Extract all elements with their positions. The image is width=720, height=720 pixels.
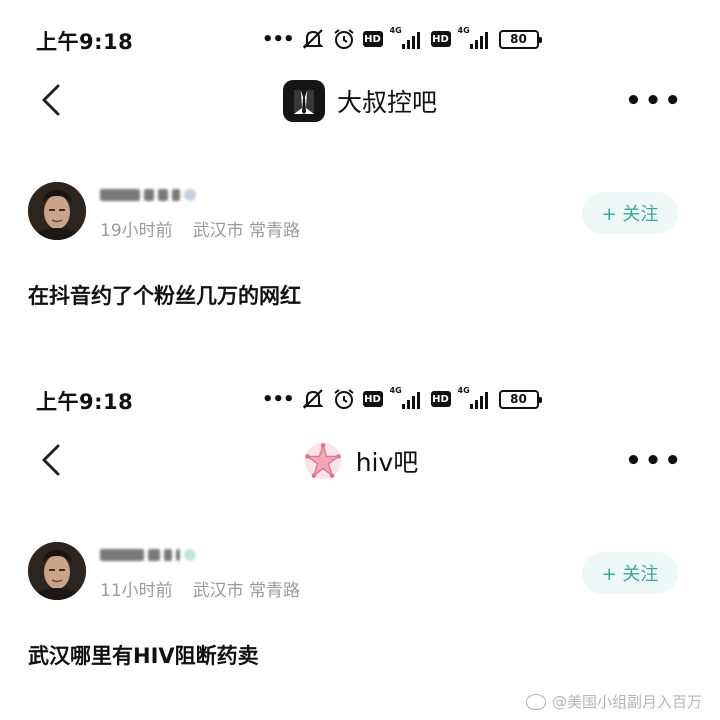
suit-icon xyxy=(282,80,325,122)
weibo-icon xyxy=(525,693,546,710)
signal-icon: 4G xyxy=(389,26,424,51)
post-header: 19小时前 武汉市 常青路 + 关注 xyxy=(0,182,720,246)
mute-bell-icon xyxy=(302,389,323,409)
network-type-label: 4G xyxy=(389,26,402,35)
post-content: 武汉哪里有HIV阻断药卖 xyxy=(28,644,259,668)
watermark: @美国小组副月入百万 xyxy=(525,691,702,712)
watermark-text: @美国小组副月入百万 xyxy=(551,693,702,711)
network-type-label: 4G xyxy=(457,26,470,35)
more-options-icon[interactable]: ••• xyxy=(625,446,684,476)
status-icons: ••• HD 4G HD 4G 80 xyxy=(262,26,542,52)
username-blurred xyxy=(100,548,210,562)
hd-badge: HD xyxy=(362,391,383,407)
username-blurred xyxy=(100,188,210,202)
follow-button[interactable]: + 关注 xyxy=(582,552,678,594)
post-header: 11小时前 武汉市 常青路 + 关注 xyxy=(0,542,720,606)
follow-button[interactable]: + 关注 xyxy=(582,192,678,234)
nav-bar: 大叔控吧 ••• xyxy=(0,74,720,126)
battery-icon: 80 xyxy=(498,389,542,409)
network-type-label: 4G xyxy=(457,386,470,395)
signal-icon: 4G xyxy=(457,26,492,51)
battery-level: 80 xyxy=(510,32,527,46)
screenshot-bottom: 上午9:18 ••• HD 4G HD 4G 80 hiv吧 ••• 11小时前… xyxy=(0,360,720,720)
post-location: 武汉市 常青路 xyxy=(192,221,301,241)
hd-badge: HD xyxy=(430,391,451,407)
status-time: 上午9:18 xyxy=(36,30,134,54)
battery-level: 80 xyxy=(510,392,527,406)
battery-icon: 80 xyxy=(498,29,542,49)
nav-bar: hiv吧 ••• xyxy=(0,434,720,486)
post-meta: 11小时前 武汉市 常青路 xyxy=(100,576,300,601)
forum-name: hiv吧 xyxy=(355,448,419,477)
more-notifications-icon: ••• xyxy=(262,28,295,50)
alarm-icon xyxy=(333,389,354,409)
hd-badge: HD xyxy=(362,31,383,47)
status-bar: 上午9:18 ••• HD 4G HD 4G 80 xyxy=(0,24,720,54)
signal-icon: 4G xyxy=(389,386,424,411)
forum-title[interactable]: 大叔控吧 xyxy=(0,80,720,122)
pink-star-icon xyxy=(302,440,344,482)
signal-icon: 4G xyxy=(457,386,492,411)
post-time: 19小时前 xyxy=(100,221,173,241)
post-location: 武汉市 常青路 xyxy=(192,581,301,601)
more-options-icon[interactable]: ••• xyxy=(625,86,684,116)
avatar[interactable] xyxy=(28,542,86,600)
network-type-label: 4G xyxy=(389,386,402,395)
screenshot-top: 上午9:18 ••• HD 4G HD 4G 80 大叔控吧 ••• 19小时前… xyxy=(0,0,720,360)
post-time: 11小时前 xyxy=(100,581,173,601)
avatar[interactable] xyxy=(28,182,86,240)
forum-name: 大叔控吧 xyxy=(336,88,437,117)
status-bar: 上午9:18 ••• HD 4G HD 4G 80 xyxy=(0,384,720,414)
alarm-icon xyxy=(333,29,354,49)
status-icons: ••• HD 4G HD 4G 80 xyxy=(262,386,542,412)
status-time: 上午9:18 xyxy=(36,390,134,414)
hd-badge: HD xyxy=(430,31,451,47)
post-content: 在抖音约了个粉丝几万的网红 xyxy=(28,284,301,308)
post-meta: 19小时前 武汉市 常青路 xyxy=(100,216,300,241)
more-notifications-icon: ••• xyxy=(262,388,295,410)
forum-title[interactable]: hiv吧 xyxy=(0,440,720,482)
mute-bell-icon xyxy=(302,29,323,49)
